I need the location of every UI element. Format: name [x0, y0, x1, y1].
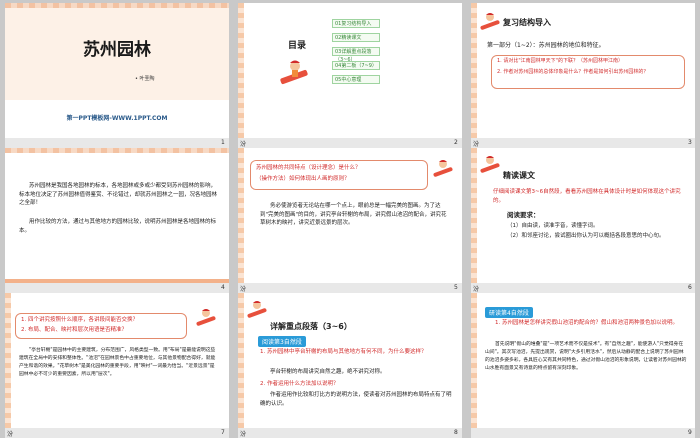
body-text: 务必使游览者无论站在哪一个点上，眼前总是一幅完美的图画。为了达到"完美的图画"的…	[260, 203, 447, 227]
slide-note: 汾	[240, 431, 247, 438]
child-on-pencil-illustration	[479, 11, 501, 33]
question-1: 1. 苏州园林中亭台轩榭的布局与其他地方有何不同，为什么要这样？	[260, 349, 427, 355]
question-2: （操作方法）如何体现出人画的原则？	[256, 176, 350, 182]
reading-tag: 阅读第3自然段	[258, 336, 306, 347]
slide-label-bar	[238, 283, 462, 293]
child-on-pencil-illustration	[246, 299, 268, 321]
slide-number: 2	[454, 139, 458, 146]
answer-1: 亭台轩榭的布局讲究自然之趣，绝不讲究对称。	[270, 369, 386, 375]
slide-label-bar	[471, 283, 695, 293]
body-paragraph-2: 用作比较的方法，通过与其他地方的园林比较，说明苏州园林是各地园林的标本。	[19, 219, 217, 234]
requirements-title: 阅读要求：	[507, 211, 540, 219]
question-2: 2. 作者运用什么方法加以说明？	[260, 381, 339, 387]
decorative-stripe	[238, 293, 244, 428]
slide-thumbnail-3[interactable]: 复习结构导入 第一部分（1~2）：苏州园林的地位和特征。 1. 请对比"江南园林…	[471, 3, 695, 138]
question-2: 2. 作者对苏州园林的总体印象是什么？作者是如何引出苏州园林的？	[497, 69, 649, 75]
question-1: 1. 请对比"江南园林甲天下"的下联？（苏州园林甲江南）	[497, 58, 623, 64]
slide-thumbnail-9[interactable]: 研读第4自然段 1. 苏州园林是怎样讲究假山池沼的配合的？假山和池沼两种景色加以…	[471, 293, 695, 428]
toc-item-2[interactable]: 02精读课文	[332, 33, 380, 42]
slide-author: • 叶圣陶	[135, 76, 155, 82]
slide-thumbnail-6[interactable]: 精读课文 仔细阅读课文第3~6自然段，看看苏州园林在具体设计时是如何体现这个讲究…	[471, 148, 695, 283]
toc-item-3[interactable]: 03详解重点段落（3~6）	[332, 47, 380, 63]
toc-item-4[interactable]: 04第二板（7~9）	[332, 61, 380, 70]
slide-label-bar	[471, 138, 695, 148]
question-2: 2. 布局、配合、映衬和层次用语是否精准？	[21, 327, 127, 333]
slide-thumbnail-4[interactable]: 苏州园林是我国各地园林的标本，各地园林或多或少都受到苏州园林的影响，标本地位决定…	[5, 148, 229, 283]
slide-heading: 精读课文	[503, 171, 535, 180]
slide-number: 7	[221, 429, 225, 436]
decorative-stripe	[471, 293, 477, 428]
slide-number: 3	[688, 139, 692, 146]
slide-thumbnail-7[interactable]: 1. 四个讲究按照什么顺序，各讲段间能否交换？ 2. 布局、配合、映衬和层次用语…	[5, 293, 229, 428]
toc-item-5[interactable]: 05中心意理	[332, 75, 380, 84]
slide-number: 8	[454, 429, 458, 436]
child-on-pencil-illustration	[432, 158, 454, 180]
toc-item-1[interactable]: 01复习结构导入	[332, 19, 380, 28]
intro-text: 仔细阅读课文第3~6自然段，看看苏州园林在具体设计时是如何体现这个讲究的。	[493, 189, 681, 204]
slide-number: 5	[454, 284, 458, 291]
slide-thumbnail-5[interactable]: 苏州园林的共同特点（设计理念）是什么？ （操作方法）如何体现出人画的原则？ 务必…	[238, 148, 462, 283]
slide-label-bar	[238, 428, 462, 438]
answer-2: 作者运用作比较和打比方的说明方法，使读者对苏州园林的布局特点有了明确的认识。	[260, 392, 452, 407]
question-1: 1. 四个讲究按照什么顺序，各讲段间能否交换？	[21, 317, 138, 323]
slide-thumbnail-2[interactable]: 目录 01复习结构导入 02精读课文 03详解重点段落（3~6） 04第二板（7…	[238, 3, 462, 138]
slide-note: 汾	[473, 286, 480, 293]
slide-label-bar	[238, 138, 462, 148]
requirement-2: （2）和邻座讨论，尝试圈出你认为可以概括各段意思的中心句。	[507, 233, 665, 239]
decorative-stripe	[471, 148, 477, 283]
child-on-pencil-illustration	[278, 58, 312, 88]
slide-footer: 第一PPT模板网-WWW.1PPT.COM	[66, 115, 168, 122]
body-text: 第一部分（1~2）：苏州园林的地位和特征。	[487, 42, 605, 49]
slide-label-bar	[5, 428, 229, 438]
slide-title: 苏州园林	[83, 40, 151, 60]
slide-thumbnail-8[interactable]: 详解重点段落（3~6） 阅读第3自然段 1. 苏州园林中亭台轩榭的布局与其他地方…	[238, 293, 462, 428]
decorative-stripe	[5, 293, 11, 428]
slide-thumbnail-1[interactable]: 苏州园林 • 叶圣陶 第一PPT模板网-WWW.1PPT.COM	[5, 3, 229, 138]
slide-label-bar	[5, 283, 229, 293]
slide-note: 汾	[473, 141, 480, 148]
requirement-1: （1）自由读，读准字音，读懂字词。	[507, 223, 599, 229]
slide-heading: 详解重点段落（3~6）	[270, 322, 352, 331]
body-text: "亭台轩榭"是园林中的主要建筑，分布范围广，风格类型一致。用"布局"是最能说明这…	[19, 348, 216, 377]
slide-heading: 复习结构导入	[503, 18, 551, 27]
slide-note: 汾	[7, 431, 14, 438]
decorative-border	[5, 148, 229, 153]
slide-note: 汾	[240, 141, 247, 148]
slide-label-bar	[471, 428, 695, 438]
slide-label-bar	[5, 138, 229, 148]
body-paragraph-1: 苏州园林是我国各地园林的标本，各地园林或多或少都受到苏州园林的影响，标本地位决定…	[19, 183, 218, 207]
question-1: 苏州园林的共同特点（设计理念）是什么？	[256, 165, 361, 171]
slide-number: 4	[221, 284, 225, 291]
slide-note: 汾	[240, 286, 247, 293]
decorative-stripe	[238, 3, 244, 138]
question-1: 1. 苏州园林是怎样讲究假山池沼的配合的？假山和池沼两种景色加以说明。	[495, 320, 678, 326]
body-text: 首先说明"假山的堆叠"是"一项艺术而不仅是技术"。有"自然之趣"，能使游人"只觉…	[485, 342, 687, 371]
decorative-stripe	[238, 148, 244, 283]
child-on-pencil-illustration	[479, 154, 501, 176]
decorative-stripe	[471, 3, 477, 138]
slide-number: 9	[688, 429, 692, 436]
toc-title: 目录	[288, 41, 307, 51]
slide-number: 1	[221, 139, 225, 146]
slide-number: 6	[688, 284, 692, 291]
child-on-pencil-illustration	[195, 307, 217, 329]
reading-tag: 研读第4自然段	[485, 307, 533, 318]
